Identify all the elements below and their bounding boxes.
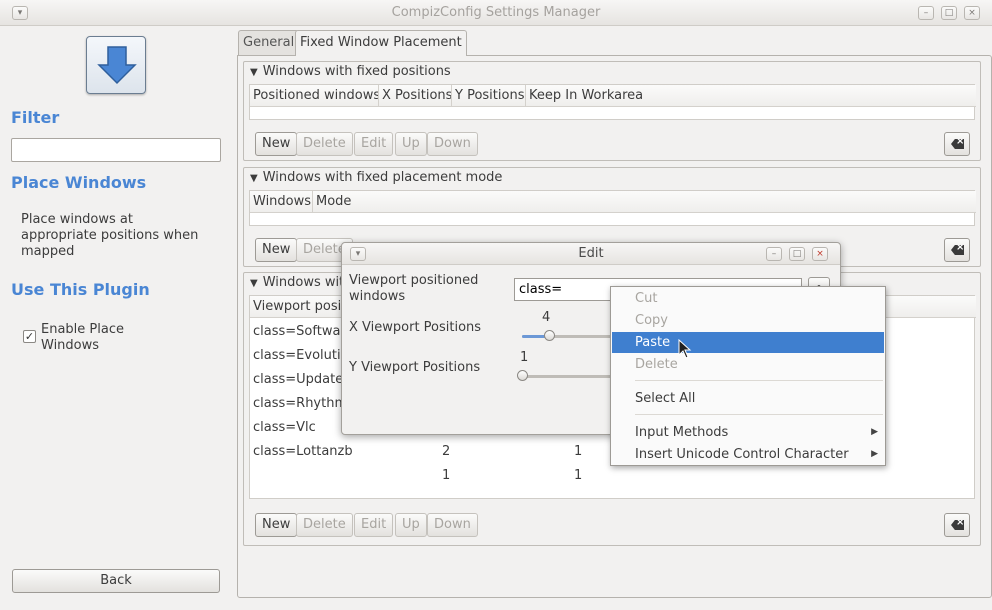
enable-plugin-label: Enable Place Windows: [41, 322, 124, 353]
y-viewport-label: Y Viewport Positions: [349, 360, 481, 375]
clear-icon: [951, 245, 964, 255]
row-y-value: 1: [574, 468, 583, 483]
section-title: Windows with fixed placement mode: [262, 170, 503, 185]
menu-item-paste[interactable]: Paste: [612, 332, 884, 353]
filter-heading: Filter: [11, 108, 60, 127]
dialog-close-button[interactable]: ×: [812, 247, 828, 261]
section-title: Windows wit: [262, 275, 345, 290]
menu-item-input-methods[interactable]: Input Methods ▶: [612, 422, 884, 443]
new-button[interactable]: New: [255, 132, 298, 156]
clear-list-button[interactable]: [944, 238, 970, 262]
tab-general[interactable]: General: [238, 30, 300, 55]
table-row[interactable]: class=Vlc: [253, 420, 316, 435]
clear-icon: [951, 139, 964, 149]
menu-item-copy[interactable]: Copy: [612, 310, 884, 331]
back-button[interactable]: Back: [12, 569, 220, 593]
minimize-button[interactable]: –: [918, 6, 934, 20]
x-viewport-slider[interactable]: [522, 330, 612, 341]
window-title: CompizConfig Settings Manager: [391, 5, 601, 20]
table-row[interactable]: class=Software: [253, 324, 353, 339]
enable-plugin-checkbox[interactable]: ✓: [23, 330, 36, 343]
viewport-windows-label: Viewport positioned windows: [349, 273, 479, 304]
submenu-arrow-icon: ▶: [871, 427, 878, 437]
menu-item-select-all[interactable]: Select All: [612, 388, 884, 409]
menu-separator: [635, 414, 883, 415]
column-header[interactable]: Keep In Workarea: [526, 85, 976, 107]
section-expander[interactable]: ▼ Windows wit: [250, 275, 344, 290]
slider-knob[interactable]: [544, 330, 555, 341]
down-button[interactable]: Down: [427, 513, 478, 537]
column-header[interactable]: Windows: [250, 191, 313, 213]
table-row[interactable]: class=Update-: [253, 372, 348, 387]
up-button[interactable]: Up: [395, 132, 427, 156]
table-row[interactable]: class=Lottanzb: [253, 444, 353, 459]
section-title: Windows with fixed positions: [262, 64, 451, 79]
expander-arrow-icon: ▼: [250, 67, 258, 78]
dialog-minimize-button[interactable]: –: [766, 247, 782, 261]
plugin-heading: Place Windows: [11, 173, 147, 192]
dialog-maximize-button[interactable]: □: [789, 247, 805, 261]
expander-arrow-icon: ▼: [250, 173, 258, 184]
row-x-value: 1: [442, 468, 451, 483]
edit-button[interactable]: Edit: [354, 513, 394, 537]
filter-input[interactable]: [11, 138, 221, 162]
row-y-value: 1: [574, 444, 583, 459]
fixed-positions-list[interactable]: Positioned windows X Positions Y Positio…: [249, 84, 976, 120]
menu-separator: [635, 380, 883, 381]
menu-item-label: Input Methods: [635, 425, 729, 440]
use-plugin-heading: Use This Plugin: [11, 280, 150, 299]
column-header[interactable]: Y Positions: [452, 85, 526, 107]
new-button[interactable]: New: [255, 238, 298, 262]
maximize-button[interactable]: □: [941, 6, 957, 20]
tab-fixed-window-placement[interactable]: Fixed Window Placement: [295, 30, 467, 56]
delete-button[interactable]: Delete: [296, 513, 353, 537]
menu-item-cut[interactable]: Cut: [612, 288, 884, 309]
context-menu: Cut Copy Paste Delete Select All Input M…: [610, 286, 886, 466]
y-viewport-value: 1: [520, 350, 529, 365]
place-windows-plugin-icon: [86, 36, 146, 94]
section-expander[interactable]: ▼ Windows with fixed placement mode: [250, 170, 502, 185]
submenu-arrow-icon: ▶: [871, 449, 878, 459]
column-header[interactable]: X Positions: [379, 85, 452, 107]
down-button[interactable]: Down: [427, 132, 478, 156]
sidebar: Filter Place Windows Place windows at ap…: [0, 26, 230, 610]
edit-button[interactable]: Edit: [354, 132, 394, 156]
x-viewport-label: X Viewport Positions: [349, 320, 482, 335]
row-x-value: 2: [442, 444, 451, 459]
slider-knob[interactable]: [517, 370, 528, 381]
close-button[interactable]: ×: [964, 6, 980, 20]
mouse-pointer-icon: [678, 338, 692, 363]
clear-list-button[interactable]: [944, 132, 970, 156]
up-button[interactable]: Up: [395, 513, 427, 537]
clear-icon: [951, 520, 964, 530]
menu-item-label: Insert Unicode Control Character: [635, 447, 849, 462]
table-row[interactable]: class=Evolutio: [253, 348, 349, 363]
y-viewport-slider[interactable]: [517, 370, 612, 381]
new-button[interactable]: New: [255, 513, 298, 537]
x-viewport-value: 4: [542, 310, 551, 325]
menu-item-insert-unicode[interactable]: Insert Unicode Control Character ▶: [612, 444, 884, 465]
section-expander[interactable]: ▼ Windows with fixed positions: [250, 64, 451, 79]
column-header[interactable]: Positioned windows: [250, 85, 379, 107]
menu-item-delete[interactable]: Delete: [612, 354, 884, 375]
dialog-titlebar: ▾ Edit – □ ×: [342, 243, 840, 265]
clear-list-button[interactable]: [944, 513, 970, 537]
expander-arrow-icon: ▼: [250, 278, 258, 289]
placement-mode-list[interactable]: Windows Mode: [249, 190, 976, 226]
section-fixed-positions: ▼ Windows with fixed positions Positioned…: [243, 61, 981, 161]
plugin-description: Place windows at appropriate positions w…: [21, 212, 199, 259]
delete-button[interactable]: Delete: [296, 132, 353, 156]
column-header[interactable]: Mode: [313, 191, 976, 213]
window-titlebar: ▾ CompizConfig Settings Manager – □ ×: [0, 0, 992, 26]
